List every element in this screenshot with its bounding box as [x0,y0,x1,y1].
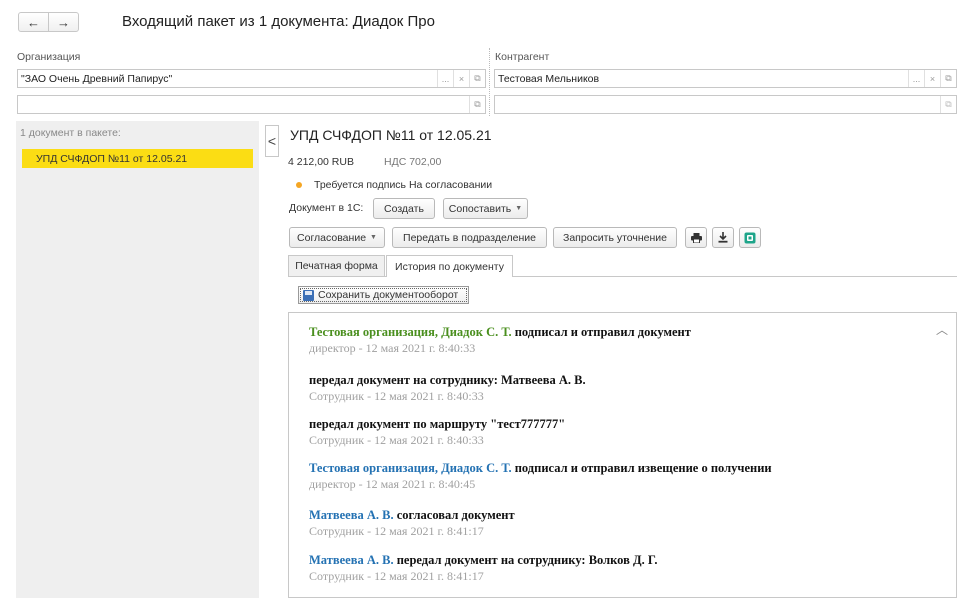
print-button[interactable] [685,227,707,248]
approval-button[interactable]: Согласование ▼ [289,227,385,248]
organization-select-button[interactable]: ... [437,70,453,87]
history-entry-text: передал документ по маршруту "тест777777… [309,417,565,432]
counterparty-open-icon[interactable]: ⧉ [940,70,956,87]
counterparty-clear-icon[interactable]: × [924,70,940,87]
history-action: передал документ на сотруднику: Матвеева… [309,373,586,387]
document-status: Требуется подпись На согласовании [314,179,493,191]
history-entry-text: Тестовая организация, Диадок С. Т. подпи… [309,325,691,340]
forward-button[interactable]: → [48,13,78,31]
package-documents-panel: 1 документ в пакете: УПД СЧФДОП №11 от 1… [16,121,259,598]
document-vat: НДС 702,00 [384,156,442,168]
document-amount: 4 212,00 RUB [288,156,354,168]
history-entry: Матвеева А. В. передал документ на сотру… [309,553,658,584]
collapse-panel-icon[interactable]: < [265,125,279,157]
package-document-item[interactable]: УПД СЧФДОП №11 от 12.05.21 [22,149,253,168]
organization-extra-open-icon[interactable]: ⧉ [469,96,485,113]
chevron-down-icon: ▼ [370,234,377,241]
organization-open-icon[interactable]: ⧉ [469,70,485,87]
request-clarification-button[interactable]: Запросить уточнение [553,227,677,248]
history-action: подписал и отправил документ [511,325,691,339]
document-package-window: ← → Входящий пакет из 1 документа: Диадо… [0,0,957,598]
printer-icon [690,232,702,243]
app-icon [744,232,756,243]
history-meta: Сотрудник - 12 мая 2021 г. 8:41:17 [309,569,484,583]
back-button[interactable]: ← [19,13,48,31]
create-button[interactable]: Создать [373,198,435,219]
history-entry: передал документ по маршруту "тест777777… [309,417,565,448]
history-meta: Сотрудник - 12 мая 2021 г. 8:41:17 [309,524,484,538]
counterparty-extra-field[interactable]: ⧉ [494,95,957,114]
download-icon [718,232,728,243]
history-list[interactable]: ︿ Тестовая организация, Диадок С. Т. под… [288,312,957,598]
save-workflow-label: Сохранить документооборот [318,289,459,301]
history-meta: директор - 12 мая 2021 г. 8:40:45 [309,477,476,491]
history-entry: Тестовая организация, Диадок С. Т. подпи… [309,461,772,492]
clarify-button-label: Запросить уточнение [562,231,668,244]
app-button[interactable] [739,227,761,248]
history-entry: передал документ на сотруднику: Матвеева… [309,373,586,404]
match-button[interactable]: Сопоставить ▼ [443,198,528,219]
history-entry: Матвеева А. В. согласовал документ Сотруд… [309,508,515,539]
history-action: передал документ по маршруту "тест777777… [309,417,566,431]
create-button-label: Создать [384,202,424,215]
history-action: передал документ на сотруднику: Волков Д… [393,553,658,567]
match-button-label: Сопоставить [448,202,512,215]
history-entry-text: Матвеева А. В. передал документ на сотру… [309,553,658,568]
counterparty-field[interactable]: Тестовая Мельников ... × ⧉ [494,69,957,88]
transfer-to-department-button[interactable]: Передать в подразделение [392,227,547,248]
history-meta: директор - 12 мая 2021 г. 8:40:33 [309,341,476,355]
document-title: УПД СЧФДОП №11 от 12.05.21 [290,127,492,143]
history-actor-link[interactable]: Тестовая организация, Диадок С. Т. [309,325,512,339]
tab-print-form[interactable]: Печатная форма [288,255,385,276]
save-workflow-button[interactable]: Сохранить документооборот [298,286,469,304]
scroll-up-icon[interactable]: ︿ [936,321,948,338]
page-title: Входящий пакет из 1 документа: Диадок Пр… [122,13,435,30]
status-indicator-icon [296,182,302,188]
history-meta: Сотрудник - 12 мая 2021 г. 8:40:33 [309,389,484,403]
counterparty-select-button[interactable]: ... [908,70,924,87]
organization-extra-field[interactable]: ⧉ [17,95,486,114]
organization-field[interactable]: "ЗАО Очень Древний Папирус" ... × ⧉ [17,69,486,88]
history-actor-link[interactable]: Матвеева А. В. [309,508,394,522]
tab-document-history[interactable]: История по документу [386,255,513,277]
organization-value: "ЗАО Очень Древний Папирус" [21,72,173,85]
package-caption: 1 документ в пакете: [20,127,121,139]
history-entry: Тестовая организация, Диадок С. Т. подпи… [309,325,691,356]
document-in-1c-label: Документ в 1С: [289,202,364,214]
counterparty-label: Контрагент [495,51,550,63]
floppy-disk-icon [303,289,314,301]
navigation-buttons: ← → [18,12,79,32]
history-action: подписал и отправил извещение о получени… [511,461,772,475]
history-actor-link[interactable]: Матвеева А. В. [309,553,394,567]
field-divider [489,48,490,116]
history-actor-link[interactable]: Тестовая организация, Диадок С. Т. [309,461,512,475]
history-entry-text: передал документ на сотруднику: Матвеева… [309,373,586,388]
history-entry-text: Тестовая организация, Диадок С. Т. подпи… [309,461,772,476]
history-action: согласовал документ [393,508,515,522]
download-button[interactable] [712,227,734,248]
history-meta: Сотрудник - 12 мая 2021 г. 8:40:33 [309,433,484,447]
organization-clear-icon[interactable]: × [453,70,469,87]
counterparty-value: Тестовая Мельников [498,72,600,85]
chevron-down-icon: ▼ [515,205,523,212]
approval-button-label: Согласование [297,231,367,244]
organization-label: Организация [17,51,81,63]
transfer-button-label: Передать в подразделение [403,231,536,244]
history-entry-text: Матвеева А. В. согласовал документ [309,508,515,523]
counterparty-extra-open-icon[interactable]: ⧉ [940,96,956,113]
